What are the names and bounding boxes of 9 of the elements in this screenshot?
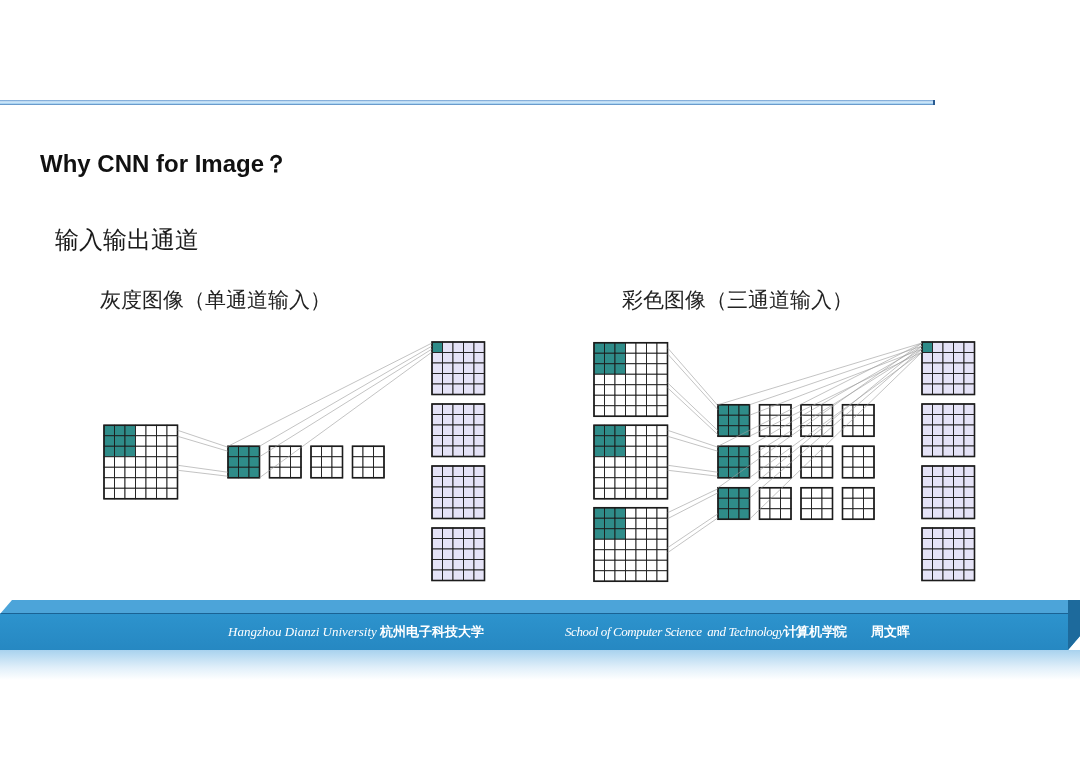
diagram-caption: 灰度图像（单通道输入） [100, 287, 331, 313]
university-name: Hangzhou Dianzi University 杭州电子科技大学 [228, 623, 485, 641]
author-name: 周文晖 [870, 623, 910, 641]
section-heading: 输入输出通道 [55, 225, 199, 255]
school-name: School of Computer Science and Technology计算机学院 [565, 623, 847, 641]
slide-title: Why CNN for Image？ [40, 149, 288, 179]
connector-line [667, 492, 719, 520]
diagram-caption: 彩色图像（三通道输入） [622, 287, 853, 313]
connector-line [177, 464, 229, 473]
